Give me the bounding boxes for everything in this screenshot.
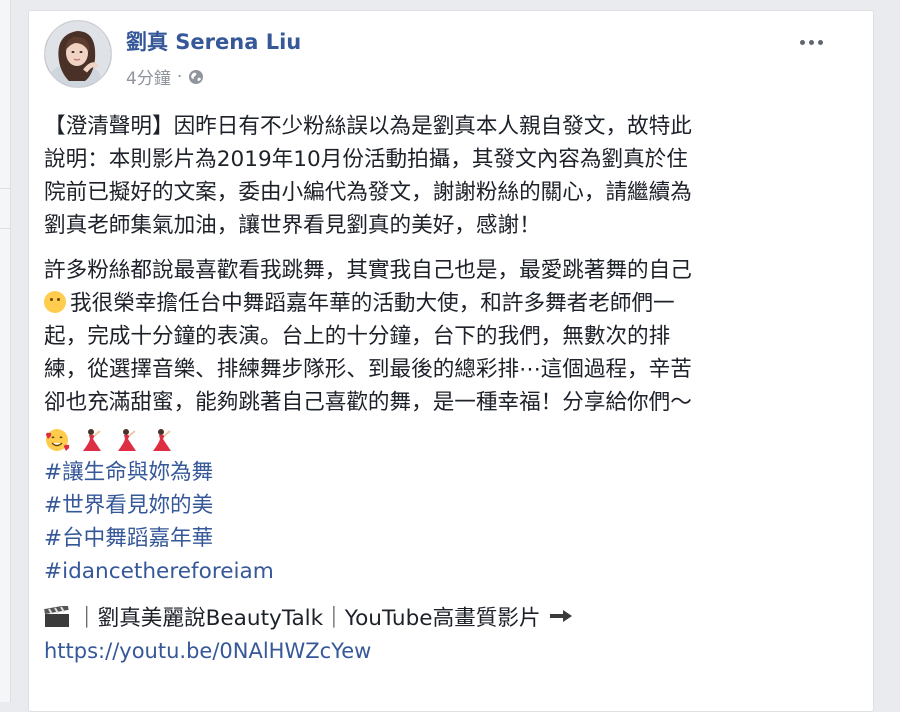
smiling-face-with-hearts-icon: [46, 429, 70, 451]
text-line: 劉真老師集氣加油，讓世界看見劉真的美好，感謝！: [44, 213, 541, 238]
video-title: ｜劉真美麗說BeautyTalk｜YouTube高畫質影片: [76, 606, 541, 631]
more-options-icon[interactable]: [800, 34, 830, 50]
text-line: 起，完成十分鐘的表演。台上的十分鐘，台下的我們，無數次的排: [44, 324, 671, 349]
dancer-icon: [82, 429, 101, 451]
text-line: 我很榮幸擔任台中舞蹈嘉年華的活動大使，和許多舞者老師們一: [44, 287, 826, 320]
text-line: 練，從選擇音樂、排練舞步隊形、到最後的總彩排⋯這個過程，辛苦: [44, 357, 692, 382]
dancer-icon: [152, 429, 171, 451]
hashtag-link[interactable]: #讓生命與妳為舞: [44, 456, 826, 489]
emoji-row: [44, 419, 826, 456]
text-line: 院前已擬好的文案，委由小編代為發文，謝謝粉絲的關心，請繼續為: [44, 180, 692, 205]
clarification-paragraph: 【澄清聲明】因昨日有不少粉絲誤以為是劉真本人親自發文，故特此 說明：本則影片為2…: [44, 110, 826, 242]
text-line: 許多粉絲都說最喜歡看我跳舞，其實我自己也是，最愛跳著舞的自己: [44, 258, 692, 283]
video-line: ｜劉真美麗說BeautyTalk｜YouTube高畫質影片: [44, 602, 826, 635]
text-line-content: 我很榮幸擔任台中舞蹈嘉年華的活動大使，和許多舞者老師們一: [70, 291, 675, 316]
dance-paragraph: 許多粉絲都說最喜歡看我跳舞，其實我自己也是，最愛跳著舞的自己 我很榮幸擔任台中舞…: [44, 254, 826, 588]
clapper-board-icon: [44, 606, 69, 627]
post-meta: 4分鐘 ·: [126, 64, 204, 89]
left-sidebar-edge: [0, 0, 11, 702]
post-timestamp[interactable]: 4分鐘: [126, 64, 171, 89]
video-section: ｜劉真美麗說BeautyTalk｜YouTube高畫質影片 https://yo…: [44, 602, 826, 667]
hashtag-link[interactable]: #idancethereforeiam: [44, 555, 826, 588]
meta-separator: ·: [176, 66, 183, 87]
sidebar-divider: [0, 228, 10, 229]
hashtag-link[interactable]: #世界看見妳的美: [44, 489, 826, 522]
hashtag-link[interactable]: #台中舞蹈嘉年華: [44, 522, 826, 555]
sidebar-divider: [0, 188, 10, 189]
avatar[interactable]: [44, 20, 112, 88]
post-body: 【澄清聲明】因昨日有不少粉絲誤以為是劉真本人親自發文，故特此 說明：本則影片為2…: [44, 110, 826, 667]
dancer-icon: [117, 429, 136, 451]
text-line: 說明：本則影片為2019年10月份活動拍攝，其發文內容為劉真於住: [44, 147, 688, 172]
globe-icon[interactable]: [188, 69, 204, 85]
smiling-face-icon: [44, 291, 66, 313]
right-arrow-icon: [549, 610, 572, 622]
author-name[interactable]: 劉真 Serena Liu: [126, 26, 301, 56]
youtube-link[interactable]: https://youtu.be/0NAlHWZcYew: [44, 635, 826, 667]
text-line: 卻也充滿甜蜜，能夠跳著自己喜歡的舞，是一種幸福！分享給你們～: [44, 390, 692, 415]
text-line: 【澄清聲明】因昨日有不少粉絲誤以為是劉真本人親自發文，故特此: [44, 114, 692, 139]
